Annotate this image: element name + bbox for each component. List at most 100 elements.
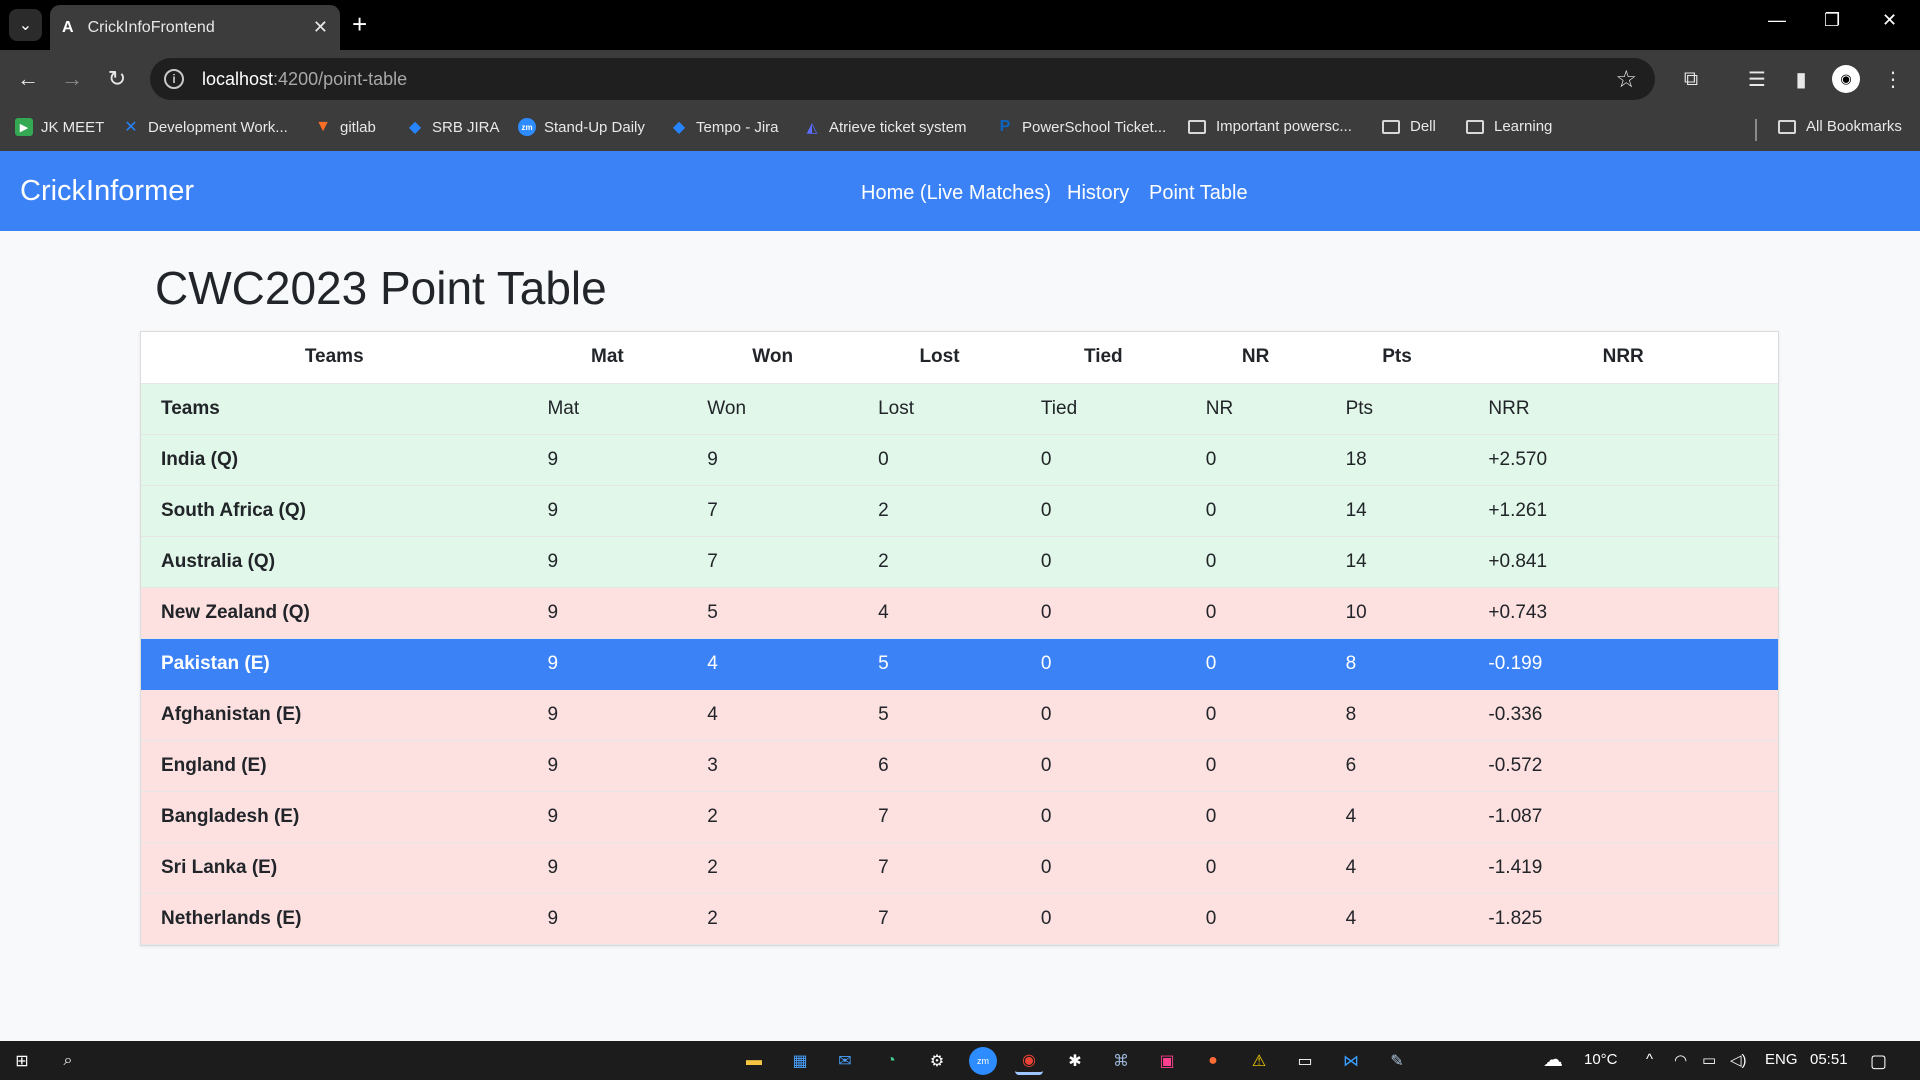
menu-kebab-icon[interactable]: ⋮ bbox=[1879, 65, 1907, 93]
table-row[interactable]: Afghanistan (E) 9 4 5 0 0 8 -0.336 bbox=[141, 689, 1778, 741]
new-tab-button[interactable]: + bbox=[352, 9, 367, 39]
minimize-window-button[interactable]: — bbox=[1768, 10, 1786, 31]
clock-time[interactable]: 05:51 bbox=[1810, 1051, 1848, 1068]
page-title: CWC2023 Point Table bbox=[155, 262, 607, 314]
table-row[interactable]: Sri Lanka (E) 9 2 7 0 0 4 -1.419 bbox=[141, 842, 1778, 894]
nav-link-history[interactable]: History bbox=[1067, 182, 1129, 205]
confluence-icon: ✕ bbox=[124, 119, 138, 136]
table-row[interactable]: Australia (Q) 9 7 2 0 0 14 +0.841 bbox=[141, 536, 1778, 588]
cell-nr: 0 bbox=[1185, 842, 1326, 894]
media-controls-icon[interactable]: ☰ bbox=[1743, 65, 1771, 93]
browser-tab-active[interactable]: A CrickInfoFrontend ✕ bbox=[50, 5, 340, 50]
postman-icon[interactable]: ● bbox=[1199, 1047, 1227, 1075]
bookmark-atrieve-ticket-system[interactable]: ◭ Atrieve ticket system bbox=[803, 118, 967, 136]
folder-icon bbox=[1466, 119, 1484, 134]
bookmark-gitlab[interactable]: ▼ gitlab bbox=[314, 118, 376, 136]
file-explorer-icon[interactable]: ▬ bbox=[740, 1047, 768, 1075]
weather-cloud-icon[interactable]: ☁ bbox=[1543, 1047, 1563, 1072]
bookmark-folder-dell[interactable]: Dell bbox=[1382, 118, 1436, 135]
close-window-button[interactable]: ✕ bbox=[1882, 10, 1897, 31]
settings-icon[interactable]: ⚙ bbox=[923, 1047, 951, 1075]
table-row[interactable]: Netherlands (E) 9 2 7 0 0 4 -1.825 bbox=[141, 893, 1778, 945]
table-row[interactable]: India (Q) 9 9 0 0 0 18 +2.570 bbox=[141, 434, 1778, 486]
table-row[interactable]: Pakistan (E) 9 4 5 0 0 8 -0.199 bbox=[141, 638, 1778, 690]
tab-search-button[interactable]: ⌄ bbox=[9, 9, 42, 41]
table-subheader-row[interactable]: Teams Mat Won Lost Tied NR Pts NRR bbox=[141, 383, 1778, 435]
table-row[interactable]: South Africa (Q) 9 7 2 0 0 14 +1.261 bbox=[141, 485, 1778, 537]
jira-icon: ◆ bbox=[672, 119, 686, 136]
store-icon[interactable]: ▦ bbox=[786, 1047, 814, 1075]
cell-mat: 9 bbox=[527, 485, 688, 537]
cell-pts: 4 bbox=[1325, 842, 1469, 894]
notifications-icon[interactable]: ▢ bbox=[1870, 1051, 1887, 1072]
cell-nr: 0 bbox=[1185, 638, 1326, 690]
cell-pts: 10 bbox=[1325, 587, 1469, 639]
page-content: CWC2023 Point Table Teams Mat Won Lost T… bbox=[0, 231, 1920, 1041]
cell-mat: 9 bbox=[527, 842, 688, 894]
intellij-icon[interactable]: ▣ bbox=[1153, 1047, 1181, 1075]
wifi-icon[interactable]: ◠ bbox=[1674, 1051, 1687, 1069]
cell-tied: 0 bbox=[1020, 434, 1186, 486]
vscode-icon[interactable]: ⋈ bbox=[1337, 1047, 1365, 1075]
forward-button[interactable]: → bbox=[57, 64, 87, 94]
cell-mat: 9 bbox=[527, 689, 688, 741]
chrome-icon[interactable]: ◉ bbox=[1015, 1047, 1043, 1075]
bookmark-tempo-jira[interactable]: ◆ Tempo - Jira bbox=[670, 118, 779, 137]
slack-icon[interactable]: ✱ bbox=[1061, 1047, 1089, 1075]
nav-link-point-table[interactable]: Point Table bbox=[1149, 182, 1248, 205]
cell-nrr: -0.336 bbox=[1468, 689, 1778, 741]
zoom-app-icon[interactable]: zm bbox=[969, 1047, 997, 1075]
weather-temperature[interactable]: 10°C bbox=[1584, 1051, 1618, 1068]
cell-tied: 0 bbox=[1020, 689, 1186, 741]
brand-logo[interactable]: CrickInformer bbox=[20, 175, 194, 208]
all-bookmarks-button[interactable]: All Bookmarks bbox=[1778, 118, 1902, 135]
cell-tied: 0 bbox=[1020, 740, 1186, 792]
terminal-icon[interactable]: ▭ bbox=[1291, 1047, 1319, 1075]
notepad-icon[interactable]: ✎ bbox=[1383, 1047, 1411, 1075]
column-header: Lost bbox=[858, 332, 1021, 384]
bookmark-development-work[interactable]: ✕ Development Work... bbox=[122, 118, 287, 137]
side-panel-icon[interactable]: ▮ bbox=[1787, 65, 1815, 93]
back-button[interactable]: ← bbox=[13, 64, 43, 94]
address-bar[interactable]: i localhost:4200/point-table ☆ bbox=[150, 58, 1655, 100]
bookmark-stand-up-daily[interactable]: zm Stand-Up Daily bbox=[518, 118, 645, 136]
volume-icon[interactable]: ◁) bbox=[1730, 1051, 1747, 1069]
bookmark-folder-learning[interactable]: Learning bbox=[1466, 118, 1552, 135]
windows-start-icon[interactable]: ⊞ bbox=[8, 1047, 36, 1075]
browser-titlebar: ⌄ A CrickInfoFrontend ✕ + — ❐ ✕ bbox=[0, 0, 1920, 50]
table-row[interactable]: Bangladesh (E) 9 2 7 0 0 4 -1.087 bbox=[141, 791, 1778, 843]
search-icon[interactable]: ⌕ bbox=[54, 1047, 82, 1075]
edge-icon[interactable]: ◔ bbox=[877, 1047, 905, 1075]
restore-window-button[interactable]: ❐ bbox=[1824, 10, 1840, 31]
language-indicator[interactable]: ENG bbox=[1765, 1051, 1798, 1068]
bookmark-folder-important[interactable]: Important powersc... bbox=[1188, 118, 1352, 135]
cell-pts: 6 bbox=[1325, 740, 1469, 792]
cell-lost: 7 bbox=[858, 893, 1021, 945]
column-header: NRR bbox=[1468, 332, 1778, 384]
table-row[interactable]: England (E) 9 3 6 0 0 6 -0.572 bbox=[141, 740, 1778, 792]
column-header: Teams bbox=[141, 332, 528, 384]
cell-won: 3 bbox=[687, 740, 859, 792]
folder-icon bbox=[1382, 119, 1400, 134]
app-navbar: CrickInformer Home (Live Matches) Histor… bbox=[0, 151, 1920, 231]
reload-button[interactable]: ↻ bbox=[102, 64, 132, 94]
site-info-icon[interactable]: i bbox=[164, 69, 184, 89]
bookmark-powerschool-ticket[interactable]: P PowerSchool Ticket... bbox=[996, 118, 1167, 136]
table-row[interactable]: New Zealand (Q) 9 5 4 0 0 10 +0.743 bbox=[141, 587, 1778, 639]
tray-chevron-up-icon[interactable]: ^ bbox=[1646, 1051, 1653, 1068]
powerschool-icon: P bbox=[999, 118, 1011, 135]
nav-link-home[interactable]: Home (Live Matches) bbox=[861, 182, 1051, 205]
extensions-icon[interactable]: ⧉ bbox=[1677, 65, 1705, 93]
cell-lost: 4 bbox=[858, 587, 1021, 639]
url-host: localhost bbox=[202, 68, 274, 89]
close-tab-icon[interactable]: ✕ bbox=[313, 17, 328, 38]
meet-icon: ▶ bbox=[15, 118, 33, 136]
visual-studio-icon[interactable]: ⌘ bbox=[1107, 1047, 1135, 1075]
warning-icon[interactable]: ⚠ bbox=[1245, 1047, 1273, 1075]
bookmark-jk-meet[interactable]: ▶ JK MEET bbox=[15, 118, 104, 136]
mail-icon[interactable]: ✉ bbox=[831, 1047, 859, 1075]
profile-avatar-icon[interactable]: ◉ bbox=[1832, 65, 1860, 93]
battery-icon[interactable]: ▭ bbox=[1702, 1051, 1716, 1069]
bookmark-star-icon[interactable]: ☆ bbox=[1615, 65, 1637, 94]
bookmark-srb-jira[interactable]: ◆ SRB JIRA bbox=[406, 118, 500, 137]
